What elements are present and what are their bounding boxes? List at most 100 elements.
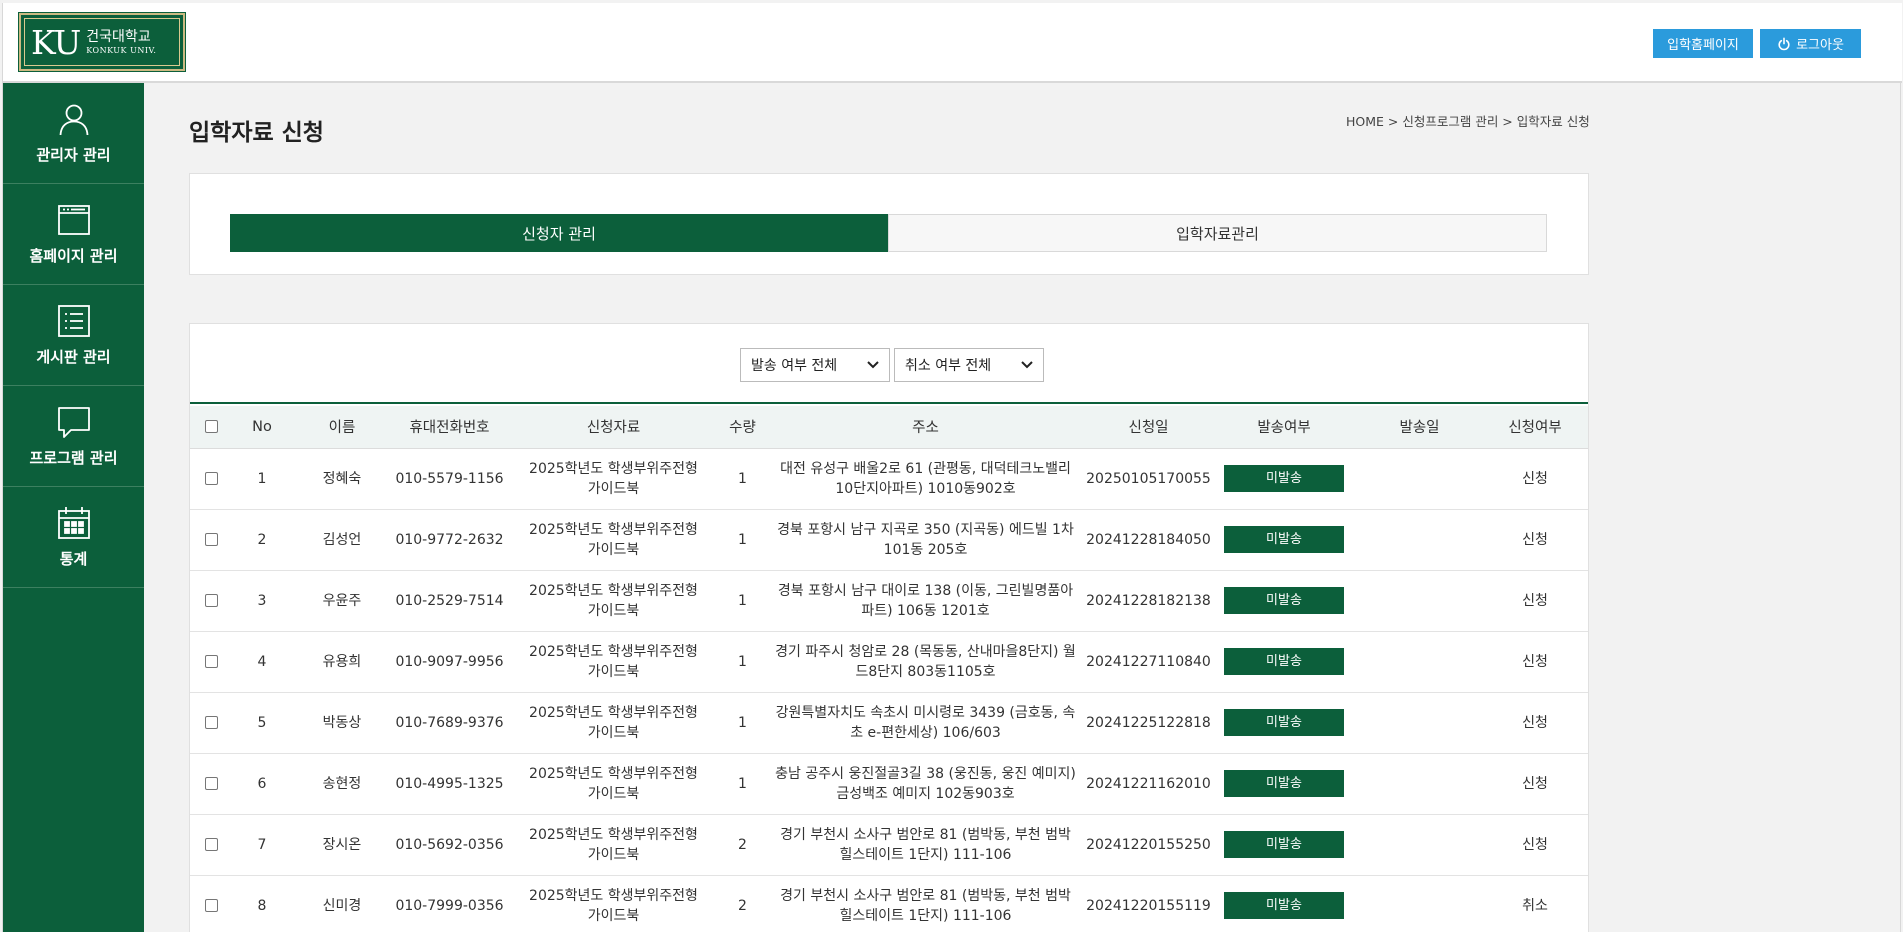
row-send-status-cell: 미발송: [1211, 509, 1357, 571]
row-quantity: 1: [720, 509, 765, 571]
send-status-badge[interactable]: 미발송: [1224, 770, 1344, 797]
sidebar-item-program[interactable]: 프로그램 관리: [3, 386, 144, 487]
row-address-line2: 드8단지 803동1105호: [855, 663, 996, 680]
row-material-line1: 2025학년도 학생부위주전형: [529, 582, 698, 599]
sidebar-item-label: 프로그램 관리: [29, 448, 118, 467]
tab-applicant-management[interactable]: 신청자 관리: [230, 214, 888, 252]
row-name: 신미경: [292, 875, 392, 932]
row-material-line1: 2025학년도 학생부위주전형: [529, 460, 698, 477]
send-status-badge[interactable]: 미발송: [1224, 648, 1344, 675]
logout-button[interactable]: 로그아웃: [1760, 29, 1861, 58]
table-row[interactable]: 5 박동상 010-7689-9376 2025학년도 학생부위주전형 가이드북 1 강원특…: [190, 692, 1588, 754]
row-request-status: 취소: [1482, 875, 1588, 932]
row-no: 7: [232, 814, 292, 876]
row-checkbox[interactable]: [204, 472, 218, 485]
table-row[interactable]: 1 정혜숙 010-5579-1156 2025학년도 학생부위주전형 가이드북 1 대전 …: [190, 448, 1588, 510]
sidebar-item-statistics[interactable]: 통계: [3, 487, 144, 588]
row-send-date: [1357, 753, 1482, 815]
send-status-badge[interactable]: 미발송: [1224, 709, 1344, 736]
row-material: 2025학년도 학생부위주전형 가이드북: [507, 631, 720, 693]
row-quantity: 2: [720, 814, 765, 876]
row-request-status: 신청: [1482, 631, 1588, 693]
send-status-value: 발송 여부 전체: [751, 358, 838, 374]
row-material: 2025학년도 학생부위주전형 가이드북: [507, 570, 720, 632]
row-checkbox-cell: [190, 570, 232, 632]
sidebar-item-admin[interactable]: 관리자 관리: [3, 83, 144, 184]
row-material: 2025학년도 학생부위주전형 가이드북: [507, 509, 720, 571]
row-checkbox[interactable]: [204, 594, 218, 607]
row-material: 2025학년도 학생부위주전형 가이드북: [507, 875, 720, 932]
row-phone: 010-7999-0356: [392, 875, 507, 932]
row-material-line2: 가이드북: [587, 785, 640, 802]
row-checkbox[interactable]: [204, 899, 218, 912]
column-header-name: 이름: [292, 406, 392, 449]
send-status-badge[interactable]: 미발송: [1224, 892, 1344, 919]
row-phone: 010-9772-2632: [392, 509, 507, 571]
row-checkbox[interactable]: [204, 777, 218, 790]
breadcrumb[interactable]: HOME > 신청프로그램 관리 > 입학자료 신청: [1346, 111, 1590, 130]
row-material-line2: 가이드북: [587, 846, 640, 863]
table-header-row: No 이름 휴대전화번호 신청자료 수량 주소 신청일 발송여부 발송일 신청여…: [190, 406, 1588, 449]
row-address: 강원특별자치도 속초시 미시령로 3439 (금호동, 속초 e-편한세상) 1…: [765, 692, 1086, 754]
filter-bar: 발송 여부 전체 취소 여부 전체: [190, 324, 1588, 404]
row-phone: 010-7689-9376: [392, 692, 507, 754]
table-row[interactable]: 7 장시온 010-5692-0356 2025학년도 학생부위주전형 가이드북 2 경기 …: [190, 814, 1588, 876]
send-status-badge[interactable]: 미발송: [1224, 831, 1344, 858]
table-row[interactable]: 4 유용희 010-9097-9956 2025학년도 학생부위주전형 가이드북 1 경기 …: [190, 631, 1588, 693]
row-material: 2025학년도 학생부위주전형가이드북: [507, 448, 720, 510]
tab-material-management[interactable]: 입학자료관리: [888, 214, 1547, 252]
row-send-date: [1357, 814, 1482, 876]
row-request-date: 20241220155250: [1086, 814, 1211, 876]
select-all-checkbox[interactable]: [204, 420, 218, 434]
row-material-line2: 가이드북: [587, 480, 640, 497]
cancel-status-select[interactable]: 취소 여부 전체: [894, 348, 1044, 382]
send-status-badge[interactable]: 미발송: [1224, 465, 1344, 492]
row-request-date: 20241228182138: [1086, 570, 1211, 632]
browser-window-icon: [57, 204, 90, 235]
send-status-select[interactable]: 발송 여부 전체: [740, 348, 890, 382]
row-send-date: [1357, 631, 1482, 693]
row-address: 충남 공주시 웅진절골3길 38 (웅진동, 웅진 예미지) 금성백조 예미지 1…: [765, 753, 1086, 815]
sidebar-item-label: 통계: [59, 549, 88, 568]
row-checkbox-cell: [190, 631, 232, 693]
row-checkbox[interactable]: [204, 655, 218, 668]
row-checkbox-cell: [190, 753, 232, 815]
row-phone: 010-2529-7514: [392, 570, 507, 632]
row-address: 경기 파주시 청암로 28 (목동동, 산내마을8단지) 월 드8단지 803동1…: [765, 631, 1086, 693]
row-address-line2: 10단지아파트) 1010동902호: [835, 480, 1016, 497]
row-address: 경북 포항시 남구 대이로 138 (이동, 그린빌명품아 파트) 106동 12…: [765, 570, 1086, 632]
row-no: 3: [232, 570, 292, 632]
row-send-date: [1357, 509, 1482, 571]
send-status-badge[interactable]: 미발송: [1224, 526, 1344, 553]
row-address-line1: 강원특별자치도 속초시 미시령로 3439 (금호동, 속: [775, 704, 1076, 721]
row-checkbox[interactable]: [204, 716, 218, 729]
row-material-line2: 가이드북: [587, 663, 640, 680]
chevron-down-icon: [1021, 361, 1033, 369]
row-address-line2: 금성백조 예미지 102동903호: [836, 785, 1015, 802]
row-send-status-cell: 미발송: [1211, 692, 1357, 754]
row-address-line2: 101동 205호: [883, 541, 968, 558]
table-row[interactable]: 8 신미경 010-7999-0356 2025학년도 학생부위주전형 가이드북 2 경기 …: [190, 875, 1588, 932]
sidebar-item-homepage[interactable]: 홈페이지 관리: [3, 184, 144, 285]
konkuk-logo[interactable]: KU 건국대학교 KONKUK UNIV.: [18, 12, 186, 72]
row-material-line2: 가이드북: [587, 541, 640, 558]
row-no: 8: [232, 875, 292, 932]
row-checkbox[interactable]: [204, 838, 218, 851]
table-row[interactable]: 3 우윤주 010-2529-7514 2025학년도 학생부위주전형 가이드북 1 경북 …: [190, 570, 1588, 632]
send-status-badge[interactable]: 미발송: [1224, 587, 1344, 614]
row-checkbox[interactable]: [204, 533, 218, 546]
sidebar-item-board[interactable]: 게시판 관리: [3, 285, 144, 386]
row-quantity: 1: [720, 631, 765, 693]
row-name: 유용희: [292, 631, 392, 693]
row-name: 장시온: [292, 814, 392, 876]
row-send-date: [1357, 570, 1482, 632]
table-row[interactable]: 6 송현정 010-4995-1325 2025학년도 학생부위주전형 가이드북 1 충남 …: [190, 753, 1588, 815]
user-icon: [59, 104, 88, 135]
row-request-status: 신청: [1482, 692, 1588, 754]
row-quantity: 1: [720, 570, 765, 632]
row-checkbox-cell: [190, 448, 232, 510]
admission-homepage-button[interactable]: 입학홈페이지: [1653, 29, 1753, 58]
table-row[interactable]: 2 김성언 010-9772-2632 2025학년도 학생부위주전형 가이드북 1 경북 …: [190, 509, 1588, 571]
row-name: 우윤주: [292, 570, 392, 632]
page-title: 입학자료 신청: [189, 120, 324, 146]
